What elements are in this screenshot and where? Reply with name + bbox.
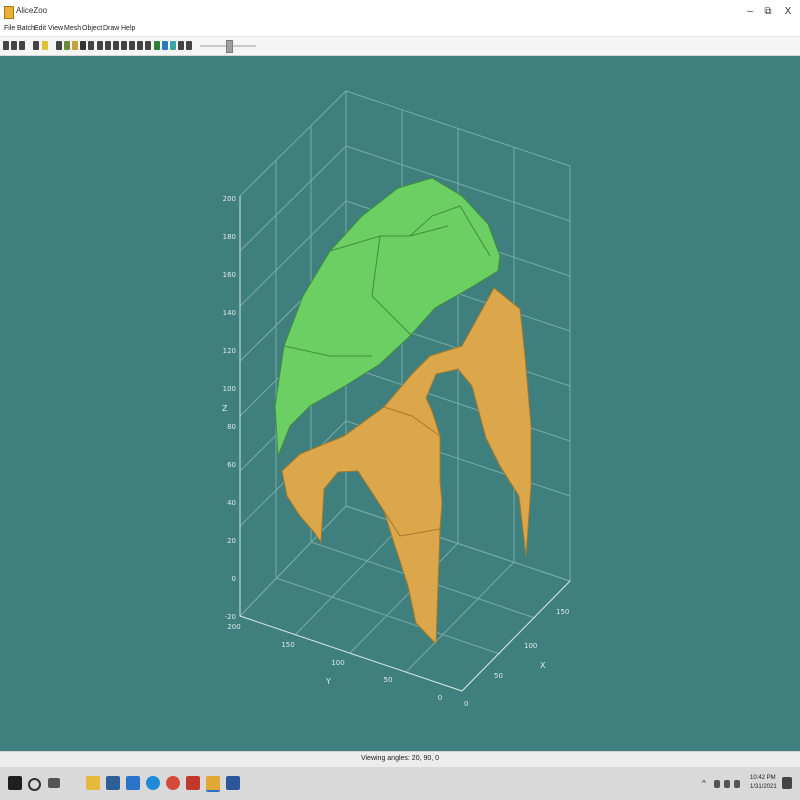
status-text: Viewing angles: 20, 90, 0: [360, 755, 440, 762]
z-axis-label: Z: [222, 404, 228, 413]
x-tick: 0: [464, 700, 468, 708]
store-icon[interactable]: [106, 776, 120, 790]
task-view-icon[interactable]: [48, 778, 60, 788]
transform-icon[interactable]: [97, 41, 103, 50]
z-tick: -20: [225, 613, 236, 621]
z-tick: 120: [223, 347, 236, 355]
x-tick: 50: [494, 672, 503, 680]
z-tick: 160: [223, 271, 236, 279]
grid-alt-icon[interactable]: [121, 41, 127, 50]
open-icon[interactable]: [3, 41, 9, 50]
app-icon[interactable]: [206, 776, 220, 792]
menu-draw[interactable]: Draw: [103, 25, 119, 32]
chrome-icon[interactable]: [166, 776, 180, 790]
3d-viewport[interactable]: 200 180 160 140 120 100 80 60 40 20 0 -2…: [0, 56, 800, 751]
z-tick: 80: [227, 423, 236, 431]
menu-help[interactable]: Help: [121, 25, 135, 32]
menu-bar: File Batch Edit View Mesh Object Draw He…: [0, 24, 800, 37]
menu-batch[interactable]: Batch: [17, 25, 35, 32]
cut-icon[interactable]: [33, 41, 39, 50]
y-tick-labels: 200 150 100 50 0: [227, 623, 442, 702]
y-tick: 0: [438, 694, 442, 702]
x-axis-label: X: [540, 661, 546, 670]
notification-icon[interactable]: [782, 777, 792, 789]
title-bar: AliceZoo – ⧉ X: [0, 0, 800, 24]
menu-object[interactable]: Object: [82, 25, 102, 32]
z-tick: 60: [227, 461, 236, 469]
tree-icon[interactable]: [154, 41, 160, 50]
menu-view[interactable]: View: [48, 25, 63, 32]
battery-icon[interactable]: [734, 780, 740, 788]
mesh-icon[interactable]: [64, 41, 70, 50]
app-icon: [4, 6, 14, 19]
globe-icon[interactable]: [162, 41, 168, 50]
z-tick: 140: [223, 309, 236, 317]
shape-icon[interactable]: [72, 41, 78, 50]
minimize-button[interactable]: –: [740, 4, 760, 20]
y-tick: 150: [281, 641, 294, 649]
plot-canvas: 200 180 160 140 120 100 80 60 40 20 0 -2…: [222, 89, 571, 708]
z-tick: 20: [227, 537, 236, 545]
z-tick: 180: [223, 233, 236, 241]
view-icon[interactable]: [170, 41, 176, 50]
clock-time[interactable]: 10:42 PM: [750, 775, 776, 781]
windows-start-icon[interactable]: [8, 776, 22, 790]
mail-icon[interactable]: [126, 776, 140, 790]
z-tick: 0: [232, 575, 236, 583]
fill-icon[interactable]: [80, 41, 86, 50]
select-icon[interactable]: [56, 41, 62, 50]
search-icon[interactable]: [28, 778, 41, 791]
z-tick: 40: [227, 499, 236, 507]
x-tick: 100: [524, 642, 537, 650]
z-tick: 200: [223, 195, 236, 203]
status-bar: Viewing angles: 20, 90, 0: [0, 751, 800, 768]
matlab-icon[interactable]: [186, 776, 200, 790]
close-button[interactable]: X: [778, 4, 798, 20]
menu-file[interactable]: File: [4, 25, 15, 32]
tray-expand-icon[interactable]: ^: [702, 779, 706, 788]
y-tick: 100: [331, 659, 344, 667]
y-tick: 50: [384, 676, 393, 684]
move-icon[interactable]: [137, 41, 143, 50]
y-tick: 200: [227, 623, 240, 631]
restore-button[interactable]: ⧉: [758, 4, 778, 20]
clock-date[interactable]: 1/31/2021: [750, 784, 777, 790]
y-axis-label: Y: [325, 677, 331, 686]
taskbar: ^ 10:42 PM 1/31/2021: [0, 767, 800, 800]
zoom-slider-thumb[interactable]: [226, 40, 233, 53]
x-tick: 150: [556, 608, 569, 616]
menu-mesh[interactable]: Mesh: [64, 25, 81, 32]
save-icon[interactable]: [11, 41, 17, 50]
print-icon[interactable]: [19, 41, 25, 50]
menu-edit[interactable]: Edit: [34, 25, 46, 32]
file-explorer-icon[interactable]: [86, 776, 100, 790]
rotate-icon[interactable]: [105, 41, 111, 50]
scale-icon[interactable]: [129, 41, 135, 50]
star-icon[interactable]: [88, 41, 94, 50]
lasso-icon[interactable]: [178, 41, 184, 50]
window-title: AliceZoo: [16, 6, 48, 15]
grid-icon[interactable]: [113, 41, 119, 50]
split-icon[interactable]: [145, 41, 151, 50]
z-tick: 100: [223, 385, 236, 393]
arc-icon[interactable]: [186, 41, 192, 50]
x-tick-labels: 150 100 50 0: [464, 608, 569, 708]
network-icon[interactable]: [714, 780, 720, 788]
toolbar: [0, 37, 800, 56]
highlight-icon[interactable]: [42, 41, 48, 50]
volume-icon[interactable]: [724, 780, 730, 788]
edge-icon[interactable]: [146, 776, 160, 790]
word-icon[interactable]: [226, 776, 240, 790]
